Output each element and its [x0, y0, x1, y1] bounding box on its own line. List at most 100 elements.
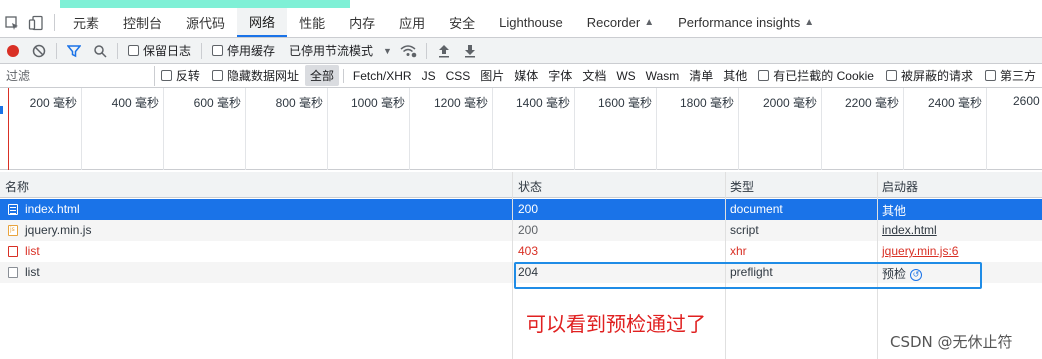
document-file-icon [8, 204, 18, 215]
blocked-cookies-checkbox[interactable]: 有已拦截的 Cookie [758, 67, 874, 84]
import-har-button[interactable] [431, 40, 457, 62]
request-name: list [25, 244, 40, 258]
watermark: CSDN @无休止符 [890, 333, 1013, 351]
filter-input[interactable]: 过滤 [2, 65, 155, 86]
tab-network[interactable]: 网络 [237, 8, 288, 37]
type-filter-all[interactable]: 全部 [304, 65, 339, 86]
network-overview-timeline[interactable]: 200 毫秒 400 毫秒 600 毫秒 800 毫秒 1000 毫秒 1200… [0, 88, 1042, 170]
table-row[interactable]: index.html 200 document 其他 [0, 199, 1042, 220]
clear-icon [32, 44, 46, 57]
checkbox-box[interactable] [885, 70, 897, 81]
tab-recorder[interactable]: Recorder ▲ [575, 8, 666, 37]
throttling-select[interactable]: 已停用节流模式 ▼ [289, 42, 392, 59]
type-filter-font[interactable]: 字体 [543, 65, 577, 86]
filter-icon [67, 44, 81, 57]
tab-label: 元素 [73, 16, 100, 31]
divider [54, 14, 55, 31]
disable-cache-checkbox[interactable]: 停用缓存 [212, 42, 275, 59]
request-name: jquery.min.js [25, 223, 92, 237]
network-conditions-button[interactable] [396, 40, 422, 62]
type-filter-media[interactable]: 媒体 [509, 65, 543, 86]
tab-label: 内存 [349, 16, 376, 31]
tab-performance[interactable]: 性能 [287, 8, 337, 37]
tab-label: 安全 [449, 16, 476, 31]
timeline-tick: 1200 毫秒 [410, 88, 493, 170]
column-header-name[interactable]: 名称 [5, 178, 29, 195]
checkbox-box[interactable] [984, 70, 996, 81]
initiator-link[interactable]: index.html [882, 223, 937, 237]
devtools-panel-tabs: 元素 控制台 源代码 网络 性能 内存 应用 安全 Lighthouse Rec… [0, 8, 1042, 38]
tab-application[interactable]: 应用 [387, 8, 437, 37]
timeline-tick: 600 毫秒 [164, 88, 246, 170]
tab-performance-insights[interactable]: Performance insights ▲ [666, 8, 826, 37]
top-accent-strip [60, 0, 350, 8]
export-icon [464, 44, 475, 57]
experiment-flask-icon: ▲ [644, 17, 655, 28]
annotation-text: 可以看到预检通过了 [526, 312, 706, 336]
tab-label: 网络 [249, 15, 276, 30]
type-filter-js[interactable]: JS [417, 67, 441, 85]
preserve-log-checkbox[interactable]: 保留日志 [128, 42, 191, 59]
clear-button[interactable] [26, 40, 52, 62]
request-status: 200 [518, 202, 539, 216]
inspect-element-icon[interactable] [0, 8, 24, 37]
highlight-box [514, 262, 982, 289]
table-row[interactable]: list 403 xhr jquery.min.js:6 [0, 241, 1042, 262]
type-filter-ws[interactable]: WS [611, 67, 640, 85]
tick-label: 600 毫秒 [193, 96, 241, 110]
request-status: 403 [518, 244, 539, 258]
load-event-line [8, 88, 9, 170]
timeline-tick: 1000 毫秒 [328, 88, 410, 170]
export-har-button[interactable] [457, 40, 483, 62]
record-icon [7, 44, 19, 57]
type-filter-manifest[interactable]: 清单 [684, 65, 718, 86]
tab-security[interactable]: 安全 [437, 8, 487, 37]
tab-label: 源代码 [186, 16, 226, 31]
column-header-type[interactable]: 类型 [730, 178, 754, 195]
tab-label: 应用 [399, 16, 426, 31]
filter-placeholder: 过滤 [6, 69, 31, 83]
blocked-requests-checkbox[interactable]: 被屏蔽的请求 [885, 67, 973, 84]
filter-button[interactable] [61, 40, 87, 62]
device-toolbar-icon[interactable] [24, 8, 48, 37]
request-type: document [730, 202, 783, 216]
hide-data-urls-checkbox[interactable]: 隐藏数据网址 [211, 67, 299, 84]
initiator-link[interactable]: jquery.min.js:6 [882, 244, 958, 258]
checkbox-box[interactable] [160, 70, 172, 81]
checkbox-box[interactable] [758, 70, 770, 81]
type-filter-fetch-xhr[interactable]: Fetch/XHR [348, 67, 417, 85]
checkbox-label: 保留日志 [143, 44, 192, 58]
request-type: script [730, 223, 759, 237]
tick-label: 1600 毫秒 [597, 96, 652, 110]
tab-lighthouse[interactable]: Lighthouse [487, 8, 575, 37]
type-filter-css[interactable]: CSS [441, 67, 476, 85]
divider [56, 42, 57, 59]
tab-elements[interactable]: 元素 [61, 8, 111, 37]
invert-checkbox[interactable]: 反转 [160, 67, 200, 84]
file-icon [8, 267, 18, 278]
request-name: list [25, 265, 40, 279]
tab-console[interactable]: 控制台 [111, 8, 174, 37]
column-header-status[interactable]: 状态 [518, 178, 542, 195]
column-header-initiator[interactable]: 启动器 [882, 178, 918, 195]
checkbox-box[interactable] [128, 45, 139, 56]
search-button[interactable] [87, 40, 113, 62]
type-filter-other[interactable]: 其他 [718, 65, 752, 86]
timeline-tick: 2600 [987, 88, 1042, 170]
timeline-tick: 2200 毫秒 [822, 88, 904, 170]
tab-sources[interactable]: 源代码 [174, 8, 237, 37]
tab-memory[interactable]: 内存 [337, 8, 387, 37]
type-filter-wasm[interactable]: Wasm [641, 67, 685, 85]
third-party-checkbox[interactable]: 第三方 [984, 67, 1036, 84]
checkbox-box[interactable] [211, 70, 223, 81]
tick-label: 1000 毫秒 [350, 96, 405, 110]
tab-label: 性能 [299, 16, 326, 31]
checkbox-box[interactable] [212, 45, 224, 56]
experiment-flask-icon: ▲ [804, 17, 815, 28]
table-row[interactable]: jquery.min.js 200 script index.html [0, 220, 1042, 241]
divider [425, 42, 427, 59]
type-filter-img[interactable]: 图片 [475, 65, 509, 86]
type-filter-doc[interactable]: 文档 [577, 65, 611, 86]
tick-label: 2000 毫秒 [762, 96, 817, 110]
record-button[interactable] [0, 40, 26, 62]
